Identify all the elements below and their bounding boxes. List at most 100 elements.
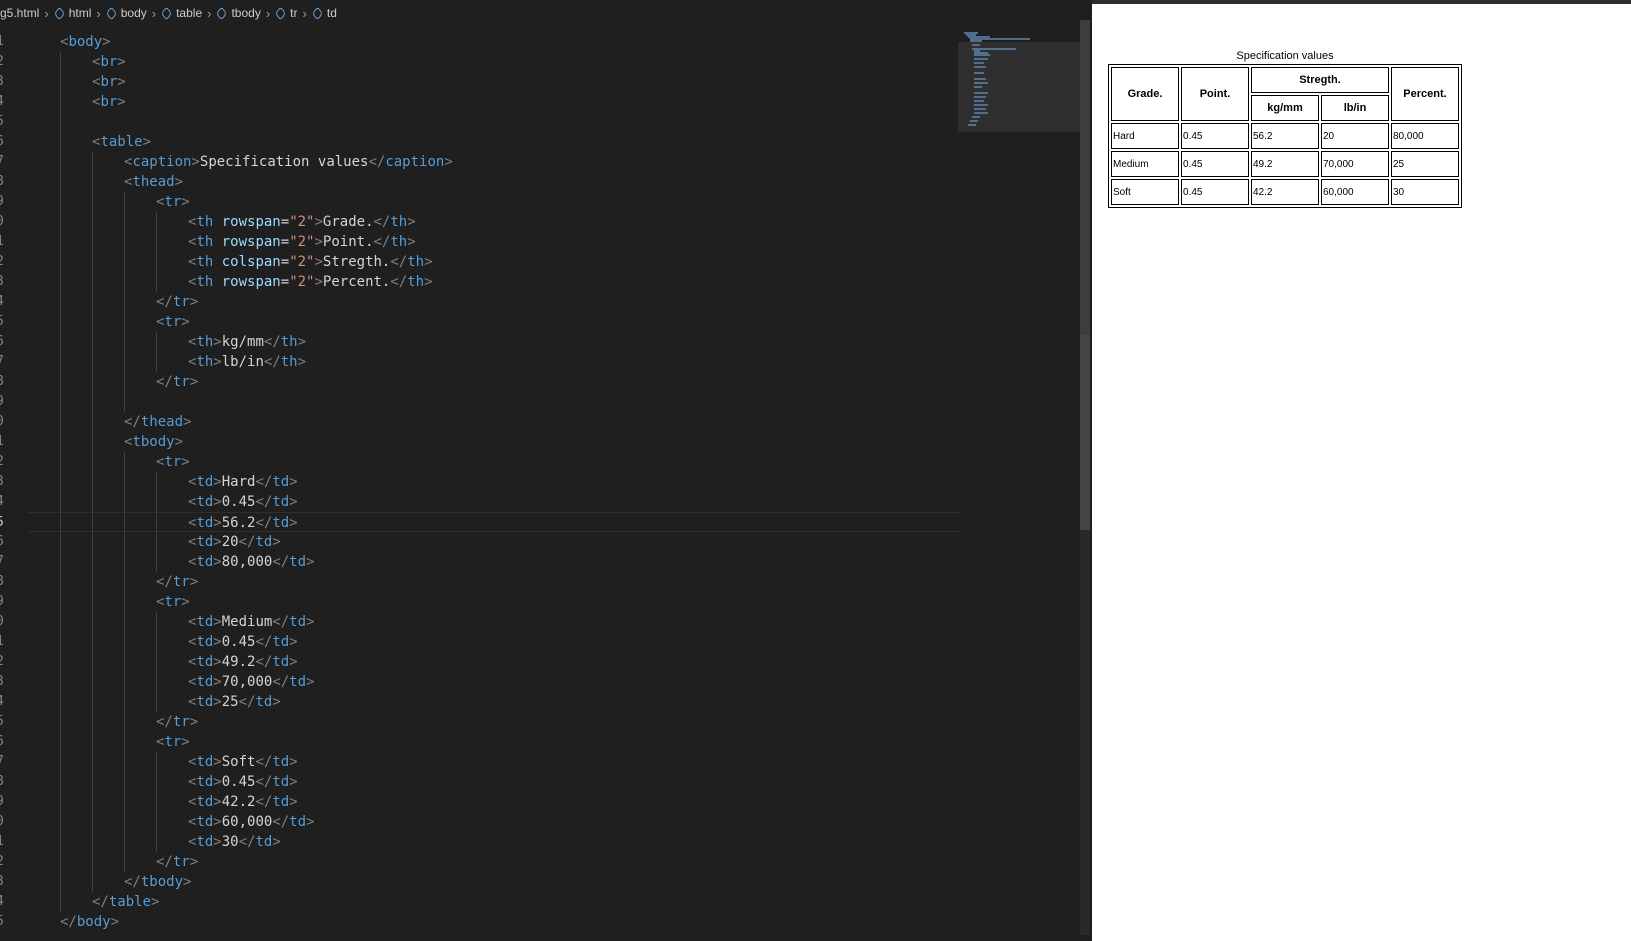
code-line[interactable]: 1 <body> [0, 32, 960, 52]
code-text: </tbody> [124, 872, 191, 892]
code-line[interactable]: 1 <tbody> [0, 432, 960, 452]
code-line[interactable]: 5 <td>56.2</td> [0, 512, 960, 532]
breadcrumb-item-tr[interactable]: tr [274, 6, 298, 20]
code-line[interactable]: 9 <tr> [0, 592, 960, 612]
code-line[interactable]: 6 <tr> [0, 732, 960, 752]
code-line[interactable]: 0 </thead> [0, 412, 960, 432]
code-line[interactable]: 2 <td>49.2</td> [0, 652, 960, 672]
code-line[interactable]: 3 <br> [0, 72, 960, 92]
code-line[interactable]: 0 <td>60,000</td> [0, 812, 960, 832]
code-token: > [213, 494, 222, 510]
code-line[interactable]: 8 </tr> [0, 372, 960, 392]
code-token: > [306, 614, 315, 630]
code-token: > [213, 354, 222, 370]
code-line[interactable]: 1 <td>0.45</td> [0, 632, 960, 652]
code-token: td [272, 474, 290, 490]
scrollbar-thumb[interactable] [1080, 20, 1090, 530]
code-token: > [213, 694, 222, 710]
breadcrumb-item-table[interactable]: table [160, 6, 202, 20]
table-cell: 0.45 [1181, 179, 1249, 205]
code-line[interactable]: 1 <td>30</td> [0, 832, 960, 852]
code-line[interactable]: 2 <br> [0, 52, 960, 72]
code-line[interactable]: 8 <td>0.45</td> [0, 772, 960, 792]
table-body: Hard 0.45 56.2 20 80,000 Medium 0.45 49.2 70,000… [1111, 123, 1459, 205]
minimap-line [974, 66, 986, 68]
code-line[interactable]: 4 <br> [0, 92, 960, 112]
code-token: > [314, 214, 323, 230]
code-line[interactable]: 5 <tr> [0, 312, 960, 332]
code-area[interactable]: 1<body>2<br>3<br>4<br>56<table>7<caption… [0, 32, 960, 941]
code-line[interactable]: 9 [0, 392, 960, 412]
code-token: </ [390, 254, 408, 270]
line-number: 9 [0, 192, 6, 212]
code-line[interactable]: 0 <td>Medium</td> [0, 612, 960, 632]
code-token: td [272, 794, 290, 810]
code-text: </tr> [156, 292, 198, 312]
minimap-line [974, 82, 988, 84]
code-line[interactable]: 9 <tr> [0, 192, 960, 212]
code-line[interactable]: 4 </tr> [0, 292, 960, 312]
code-line[interactable]: 7 <td>80,000</td> [0, 552, 960, 572]
line-number: 6 [0, 732, 6, 752]
code-token: </ [255, 494, 273, 510]
code-token: > [213, 754, 222, 770]
breadcrumb-item-html[interactable]: html [52, 6, 91, 20]
line-number: 5 [0, 312, 6, 332]
code-line[interactable]: 5 [0, 112, 960, 132]
code-token: td [255, 694, 273, 710]
code-line[interactable]: 3 <th rowspan="2">Percent.</th> [0, 272, 960, 292]
line-number: 4 [0, 692, 6, 712]
code-line[interactable]: 3 </tbody> [0, 872, 960, 892]
breadcrumb-item-td[interactable]: td [311, 6, 337, 20]
code-line[interactable]: 4 <td>25</td> [0, 692, 960, 712]
minimap-line [974, 104, 988, 106]
code-line[interactable]: 2 <th colspan="2">Stregth.</th> [0, 252, 960, 272]
code-line[interactable]: 4 </table> [0, 892, 960, 912]
code-line[interactable]: 8 <thead> [0, 172, 960, 192]
line-number: 8 [0, 572, 6, 592]
code-token: </ [156, 294, 173, 310]
breadcrumb-item-tbody[interactable]: tbody [215, 6, 261, 20]
line-number: 1 [0, 832, 6, 852]
code-line[interactable]: 9 <td>42.2</td> [0, 792, 960, 812]
code-line[interactable]: 6 <td>20</td> [0, 532, 960, 552]
symbol-icon [160, 6, 173, 20]
code-line[interactable]: 8 </tr> [0, 572, 960, 592]
code-token: </ [255, 474, 273, 490]
code-line[interactable]: 5 </tr> [0, 712, 960, 732]
code-text: <tr> [156, 452, 190, 472]
code-line[interactable]: 7 <caption>Specification values</caption> [0, 152, 960, 172]
code-token: 30 [221, 834, 239, 850]
code-line[interactable]: 7 <td>Soft</td> [0, 752, 960, 772]
code-line[interactable]: 0 <th rowspan="2">Grade.</th> [0, 212, 960, 232]
code-line[interactable]: 4 <td>0.45</td> [0, 492, 960, 512]
code-token: 70,000 [221, 674, 273, 690]
code-token: td [196, 534, 214, 550]
code-line[interactable]: 3 <td>70,000</td> [0, 672, 960, 692]
code-text: <td>70,000</td> [188, 672, 314, 692]
code-line[interactable]: 2 </tr> [0, 852, 960, 872]
line-number: 4 [0, 892, 6, 912]
breadcrumb-item-file[interactable]: g5.html [0, 6, 39, 20]
line-number: 6 [0, 132, 6, 152]
code-line[interactable]: 2 <tr> [0, 452, 960, 472]
code-text: <tbody> [124, 432, 183, 452]
code-line[interactable]: 5 </body> [0, 912, 960, 932]
code-token: > [213, 614, 222, 630]
code-token: caption [132, 154, 192, 170]
code-token: br [100, 94, 118, 110]
minimap[interactable] [958, 20, 1080, 132]
code-token: tr [172, 854, 190, 870]
code-line[interactable]: 3 <td>Hard</td> [0, 472, 960, 492]
chevron-right-icon: › [302, 5, 307, 21]
breadcrumb-item-body[interactable]: body [104, 6, 147, 20]
code-editor[interactable]: g5.html › html › body › table › tbody › … [0, 0, 1090, 941]
code-line[interactable]: 6 <th>kg/mm</th> [0, 332, 960, 352]
code-line[interactable]: 6 <table> [0, 132, 960, 152]
code-line[interactable]: 1 <th rowspan="2">Point.</th> [0, 232, 960, 252]
code-token: </ [238, 534, 256, 550]
code-token: 80,000 [221, 554, 273, 570]
code-token: th [390, 234, 408, 250]
code-line[interactable]: 7 <th>lb/in</th> [0, 352, 960, 372]
code-token: > [289, 474, 298, 490]
